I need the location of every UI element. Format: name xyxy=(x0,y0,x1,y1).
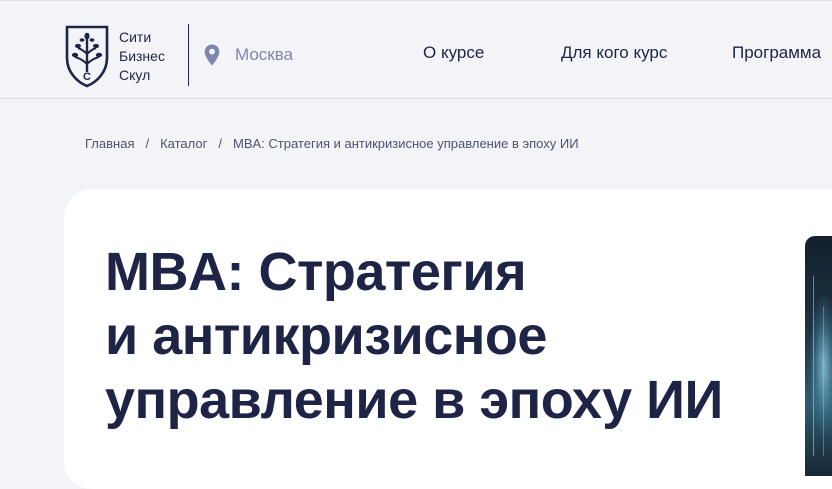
tree-shield-logo-icon: С xyxy=(65,25,109,88)
hero-image-light-line xyxy=(823,306,824,456)
breadcrumb-catalog[interactable]: Каталог xyxy=(160,136,207,151)
breadcrumb-separator: / xyxy=(218,136,222,151)
breadcrumb-current: MBA: Стратегия и антикризисное управлени… xyxy=(233,136,579,151)
page-title-line-1: MBA: Стратегия xyxy=(105,242,527,302)
logo-link[interactable]: С Сити Бизнес Скул xyxy=(64,24,165,88)
hero-image-light-line xyxy=(813,276,814,456)
hero-image xyxy=(805,236,832,476)
breadcrumb-separator: / xyxy=(145,136,150,151)
nav-about-course[interactable]: О курсе xyxy=(423,43,484,63)
logo-line-1: Сити xyxy=(119,28,152,45)
nav-program[interactable]: Программа xyxy=(732,43,821,63)
logo-line-3: Скул xyxy=(119,66,151,83)
header-top-border xyxy=(0,0,832,4)
logo-line-2: Бизнес xyxy=(119,47,165,64)
city-selector[interactable]: Москва xyxy=(204,44,293,66)
logo-shield-letter: С xyxy=(83,71,91,83)
breadcrumb-home[interactable]: Главная xyxy=(85,136,134,151)
breadcrumb: Главная / Каталог / MBA: Стратегия и ант… xyxy=(85,136,579,151)
page-title-line-3: управление в эпоху ИИ xyxy=(105,370,723,430)
location-pin-icon xyxy=(204,44,220,66)
city-label: Москва xyxy=(235,45,294,64)
header-divider xyxy=(188,24,189,86)
page-title-line-2: и антикризисное xyxy=(105,306,547,366)
logo-text: Сити Бизнес Скул xyxy=(119,28,165,85)
nav-target-audience[interactable]: Для кого курс xyxy=(561,43,667,63)
page-title: MBA: Стратегия и антикризисное управлени… xyxy=(105,240,785,432)
site-header: С Сити Бизнес Скул Москва О курсе Для ко… xyxy=(0,0,832,99)
